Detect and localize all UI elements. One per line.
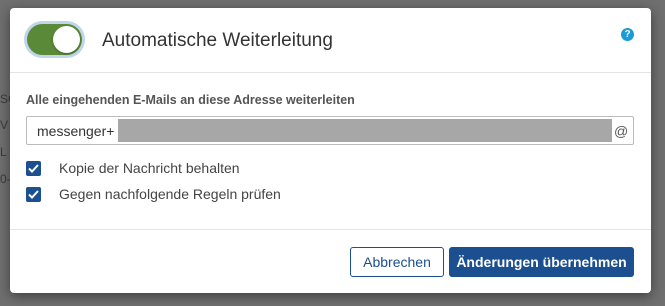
dialog-header: Automatische Weiterleitung ?: [10, 8, 651, 73]
keep-copy-row: Kopie der Nachricht behalten: [26, 159, 240, 177]
toggle-track: [27, 24, 82, 55]
forward-address-label: Alle eingehenden E-Mails an diese Adress…: [26, 93, 355, 107]
keep-copy-label: Kopie der Nachricht behalten: [59, 160, 240, 176]
check-rules-checkbox[interactable]: [26, 186, 41, 202]
forward-address-input[interactable]: messenger+ @: [26, 116, 634, 145]
forwarding-dialog: Automatische Weiterleitung ? Alle eingeh…: [10, 8, 651, 293]
redacted-region: [118, 119, 612, 142]
background-text: L: [0, 145, 7, 159]
keep-copy-checkbox[interactable]: [26, 160, 41, 176]
save-changes-button[interactable]: Änderungen übernehmen: [449, 247, 634, 277]
dialog-title: Automatische Weiterleitung: [102, 30, 333, 51]
check-rules-label: Gegen nachfolgende Regeln prüfen: [59, 186, 281, 202]
checkmark-icon: [28, 189, 39, 199]
email-prefix: messenger+: [37, 123, 115, 139]
toggle-knob: [53, 26, 80, 53]
checkmark-icon: [28, 163, 39, 173]
email-suffix: @: [614, 123, 629, 139]
forwarding-toggle[interactable]: [24, 21, 85, 58]
help-icon[interactable]: ?: [621, 28, 634, 41]
footer-divider: [10, 229, 651, 230]
cancel-button[interactable]: Abbrechen: [350, 247, 444, 277]
check-rules-row: Gegen nachfolgende Regeln prüfen: [26, 185, 281, 203]
background-text: V: [0, 118, 9, 132]
